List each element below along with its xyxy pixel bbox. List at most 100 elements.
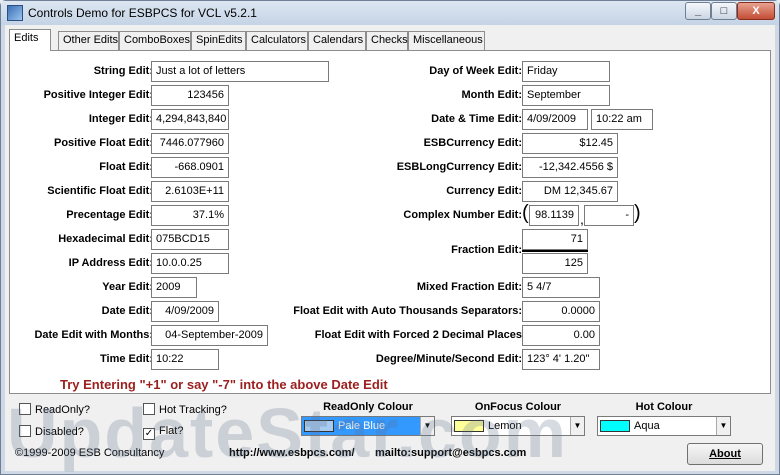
copyright-text: ©1999-2009 ESB Consultancy bbox=[15, 447, 165, 459]
tab-miscellaneous[interactable]: Miscellaneous bbox=[408, 31, 485, 50]
string-edit[interactable]: Just a lot of letters bbox=[151, 61, 329, 82]
client-area: Edits Other Edits ComboBoxes SpinEdits C… bbox=[5, 25, 775, 471]
complex-close-paren: ) bbox=[634, 202, 641, 224]
readonly-colour-label: ReadOnly Colour bbox=[323, 401, 413, 413]
chevron-down-icon[interactable]: ▼ bbox=[420, 417, 434, 435]
dms-edit[interactable]: 123° 4' 1.20" bbox=[522, 349, 600, 370]
hot-colour-combo[interactable]: Aqua ▼ bbox=[597, 416, 731, 436]
float-forced-edit-label: Float Edit with Forced 2 Decimal Places bbox=[314, 329, 522, 341]
ip-address-edit[interactable]: 10.0.0.25 bbox=[151, 253, 229, 274]
positive-integer-edit[interactable]: 123456 bbox=[151, 85, 229, 106]
tab-comboboxes[interactable]: ComboBoxes bbox=[119, 31, 191, 50]
flat-checkbox-label: Flat? bbox=[159, 425, 184, 437]
esb-currency-edit[interactable]: $12.45 bbox=[522, 133, 618, 154]
disabled-checkbox-label: Disabled? bbox=[35, 426, 84, 438]
scientific-float-edit[interactable]: 2.6103E+11 bbox=[151, 181, 229, 202]
integer-edit[interactable]: 4,294,843,840 bbox=[151, 109, 229, 130]
month-edit[interactable]: September bbox=[522, 85, 610, 106]
tab-checks[interactable]: Checks bbox=[366, 31, 408, 50]
float-edit-label: Float Edit: bbox=[99, 161, 153, 173]
mixed-fraction-edit[interactable]: 5 4/7 bbox=[522, 277, 600, 298]
fraction-denominator-edit[interactable]: 125 bbox=[522, 253, 588, 274]
percentage-edit-label: Precentage Edit: bbox=[66, 209, 153, 221]
day-of-week-edit[interactable]: Friday bbox=[522, 61, 610, 82]
date-time-time-edit[interactable]: 10:22 am bbox=[591, 109, 653, 130]
onfocus-colour-label: OnFocus Colour bbox=[474, 401, 562, 413]
complex-imaginary-edit[interactable]: - bbox=[584, 205, 634, 226]
date-edit-months[interactable]: 04-September-2009 bbox=[151, 325, 268, 346]
chevron-down-icon[interactable]: ▼ bbox=[570, 417, 584, 435]
hot-colour-value: Aqua bbox=[634, 420, 660, 432]
float-edit[interactable]: -668.0901 bbox=[151, 157, 229, 178]
hot-tracking-checkbox-box[interactable] bbox=[143, 403, 155, 415]
float-forced-edit[interactable]: 0.00 bbox=[522, 325, 600, 346]
onfocus-colour-swatch bbox=[454, 420, 484, 432]
flat-checkbox-box[interactable]: ✓ bbox=[143, 428, 155, 440]
fraction-bar bbox=[522, 250, 588, 252]
readonly-checkbox-label: ReadOnly? bbox=[35, 404, 91, 416]
complex-number-edit-label: Complex Number Edit: bbox=[403, 209, 522, 221]
readonly-colour-combo[interactable]: Pale Blue ▼ bbox=[301, 416, 435, 436]
title-bar[interactable]: Controls Demo for ESBPCS for VCL v5.2.1 … bbox=[1, 1, 779, 25]
maximize-button[interactable]: □ bbox=[711, 2, 737, 20]
mixed-fraction-edit-label: Mixed Fraction Edit: bbox=[416, 281, 522, 293]
about-button[interactable]: About bbox=[687, 443, 763, 465]
tab-calendars[interactable]: Calendars bbox=[308, 31, 366, 50]
disabled-checkbox[interactable]: Disabled? bbox=[19, 425, 84, 438]
readonly-checkbox-box[interactable] bbox=[19, 403, 31, 415]
onfocus-colour-value: Lemon bbox=[488, 420, 522, 432]
hexadecimal-edit-label: Hexadecimal Edit: bbox=[58, 233, 153, 245]
scientific-float-edit-label: Scientific Float Edit: bbox=[47, 185, 153, 197]
time-edit[interactable]: 10:22 bbox=[151, 349, 219, 370]
positive-float-edit-label: Positive Float Edit: bbox=[53, 137, 153, 149]
hot-colour-label: Hot Colour bbox=[635, 401, 693, 413]
chevron-down-icon[interactable]: ▼ bbox=[716, 417, 730, 435]
hexadecimal-edit[interactable]: 075BCD15 bbox=[151, 229, 229, 250]
month-edit-label: Month Edit: bbox=[461, 89, 522, 101]
date-time-date-edit[interactable]: 4/09/2009 bbox=[522, 109, 588, 130]
flat-checkbox[interactable]: ✓ Flat? bbox=[143, 425, 183, 440]
year-edit[interactable]: 2009 bbox=[151, 277, 197, 298]
fraction-edit-label: Fraction Edit: bbox=[451, 244, 522, 256]
app-icon bbox=[7, 5, 23, 21]
time-edit-label: Time Edit: bbox=[100, 353, 153, 365]
close-button[interactable]: X bbox=[737, 2, 775, 20]
float-thousands-edit[interactable]: 0.0000 bbox=[522, 301, 600, 322]
percentage-edit[interactable]: 37.1% bbox=[151, 205, 229, 226]
currency-edit[interactable]: DM 12,345.67 bbox=[522, 181, 618, 202]
tab-edits[interactable]: Edits bbox=[9, 29, 51, 51]
date-edit-hint: Try Entering "+1" or say "-7" into the a… bbox=[60, 377, 388, 392]
readonly-colour-value: Pale Blue bbox=[338, 420, 386, 432]
date-edit-months-label: Date Edit with Months: bbox=[34, 329, 153, 341]
tab-spinedits[interactable]: SpinEdits bbox=[191, 31, 246, 50]
tab-calculators[interactable]: Calculators bbox=[246, 31, 308, 50]
date-edit[interactable]: 4/09/2009 bbox=[151, 301, 219, 322]
year-edit-label: Year Edit: bbox=[102, 281, 153, 293]
esb-currency-edit-label: ESBCurrency Edit: bbox=[423, 137, 522, 149]
onfocus-colour-combo[interactable]: Lemon ▼ bbox=[451, 416, 585, 436]
minimize-button[interactable]: _ bbox=[685, 2, 711, 20]
complex-open-paren: ( bbox=[522, 202, 529, 224]
esb-long-currency-edit[interactable]: -12,342.4556 $ bbox=[522, 157, 618, 178]
string-edit-label: String Edit: bbox=[93, 65, 153, 77]
positive-float-edit[interactable]: 7446.077960 bbox=[151, 133, 229, 154]
window-title: Controls Demo for ESBPCS for VCL v5.2.1 bbox=[28, 6, 257, 20]
complex-real-edit[interactable]: 98.1139 bbox=[529, 205, 579, 226]
day-of-week-edit-label: Day of Week Edit: bbox=[429, 65, 522, 77]
integer-edit-label: Integer Edit: bbox=[88, 113, 153, 125]
float-thousands-edit-label: Float Edit with Auto Thousands Separator… bbox=[293, 305, 522, 317]
tab-other-edits[interactable]: Other Edits bbox=[58, 31, 119, 50]
date-edit-label: Date Edit: bbox=[101, 305, 153, 317]
esb-long-currency-edit-label: ESBLongCurrency Edit: bbox=[396, 161, 522, 173]
hot-colour-swatch bbox=[600, 420, 630, 432]
website-link[interactable]: http://www.esbpcs.com/ bbox=[229, 447, 355, 459]
readonly-checkbox[interactable]: ReadOnly? bbox=[19, 403, 90, 416]
disabled-checkbox-box[interactable] bbox=[19, 425, 31, 437]
app-window: Controls Demo for ESBPCS for VCL v5.2.1 … bbox=[0, 0, 780, 475]
hot-tracking-checkbox[interactable]: Hot Tracking? bbox=[143, 403, 227, 416]
positive-integer-edit-label: Positive Integer Edit: bbox=[43, 89, 153, 101]
fraction-numerator-edit[interactable]: 71 bbox=[522, 229, 588, 250]
edits-panel: String Edit: Just a lot of letters Posit… bbox=[9, 50, 771, 394]
currency-edit-label: Currency Edit: bbox=[446, 185, 522, 197]
email-link[interactable]: mailto:support@esbpcs.com bbox=[375, 447, 526, 459]
